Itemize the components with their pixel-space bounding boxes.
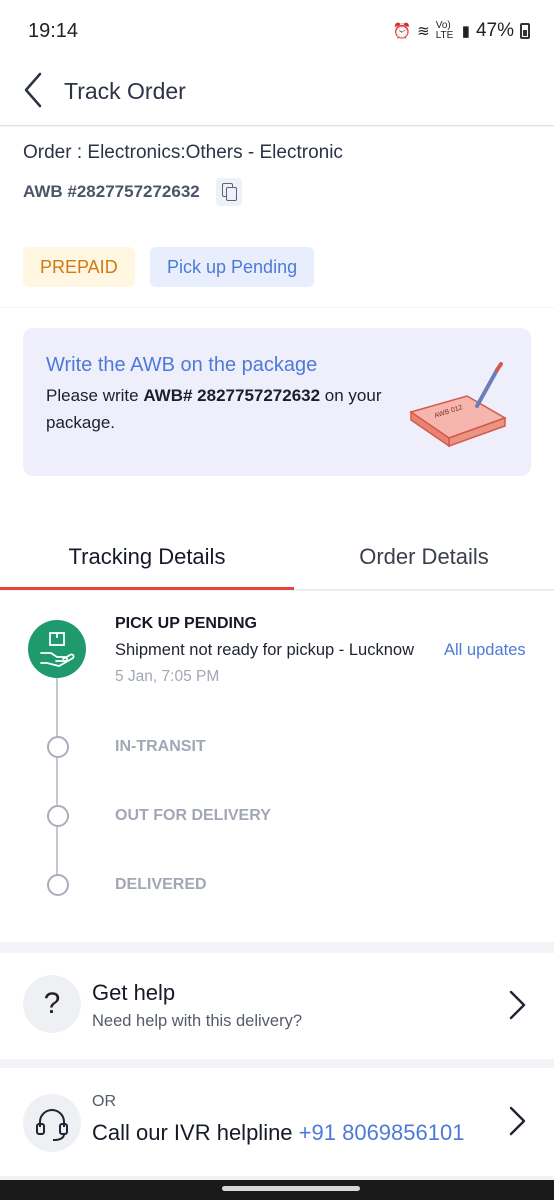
instruction-text: Please write AWB# 2827757272632 on your … bbox=[46, 382, 406, 436]
current-step-time: 5 Jan, 7:05 PM bbox=[115, 668, 220, 685]
battery-percent: 47% bbox=[475, 20, 514, 41]
ivr-label: Call our IVR helpline bbox=[92, 1120, 293, 1145]
status-bar: 19:14 ⏰ ≋ Vo) LTE ▮ 47% bbox=[0, 0, 554, 62]
volte-icon: Vo) LTE bbox=[435, 20, 454, 41]
wifi-icon: ≋ bbox=[417, 23, 430, 40]
status-icons: ⏰ ≋ Vo) LTE ▮ 47% bbox=[392, 20, 530, 42]
all-updates-link[interactable]: All updates bbox=[444, 641, 526, 660]
step-dot-in-transit bbox=[47, 736, 69, 758]
payment-badge: PREPAID bbox=[23, 247, 135, 287]
status-time: 19:14 bbox=[28, 20, 79, 42]
tab-order-details[interactable]: Order Details bbox=[294, 522, 554, 590]
instruction-prefix: Please write bbox=[46, 386, 144, 405]
headset-icon bbox=[23, 1094, 81, 1152]
instruction-title: Write the AWB on the package bbox=[46, 354, 318, 376]
home-indicator[interactable] bbox=[222, 1186, 360, 1191]
signal-icon: ▮ bbox=[461, 23, 470, 40]
status-badge: Pick up Pending bbox=[150, 247, 315, 287]
ivr-title: Call our IVR helpline +91 8069856101 bbox=[92, 1120, 464, 1146]
page-title: Track Order bbox=[64, 78, 186, 104]
pickup-hand-box-icon bbox=[28, 620, 86, 678]
step-in-transit: IN-TRANSIT bbox=[115, 738, 206, 755]
tab-tracking-details[interactable]: Tracking Details bbox=[0, 522, 294, 590]
or-label: OR bbox=[92, 1093, 116, 1110]
current-step-description: Shipment not ready for pickup - Lucknow bbox=[115, 641, 414, 659]
step-dot-delivered bbox=[47, 874, 69, 896]
question-mark-icon: ? bbox=[43, 987, 61, 1020]
chevron-right-icon[interactable] bbox=[508, 1106, 526, 1136]
step-out-for-delivery: OUT FOR DELIVERY bbox=[115, 807, 271, 824]
step-delivered: DELIVERED bbox=[115, 876, 207, 893]
tab-bar: Tracking Details Order Details bbox=[0, 522, 554, 590]
timeline-line bbox=[56, 675, 58, 885]
app-bar: Track Order bbox=[0, 62, 554, 126]
order-category: Order : Electronics:Others - Electronic bbox=[23, 142, 343, 163]
ivr-phone-link[interactable]: +91 8069856101 bbox=[299, 1120, 465, 1145]
alarm-icon: ⏰ bbox=[392, 23, 412, 40]
instruction-awb: AWB# 2827757272632 bbox=[143, 386, 321, 405]
battery-icon bbox=[520, 23, 530, 39]
current-step-title: PICK UP PENDING bbox=[115, 615, 257, 632]
back-arrow-icon[interactable] bbox=[22, 72, 50, 108]
step-dot-out-for-delivery bbox=[47, 805, 69, 827]
package-illustration-icon: AWB 012 bbox=[409, 362, 507, 448]
get-help-card[interactable] bbox=[0, 953, 554, 1059]
copy-icon[interactable] bbox=[216, 178, 242, 206]
get-help-subtitle: Need help with this delivery? bbox=[92, 1012, 303, 1030]
awb-number: AWB #2827757272632 bbox=[23, 182, 200, 201]
get-help-title: Get help bbox=[92, 980, 176, 1005]
chevron-right-icon[interactable] bbox=[508, 990, 526, 1020]
